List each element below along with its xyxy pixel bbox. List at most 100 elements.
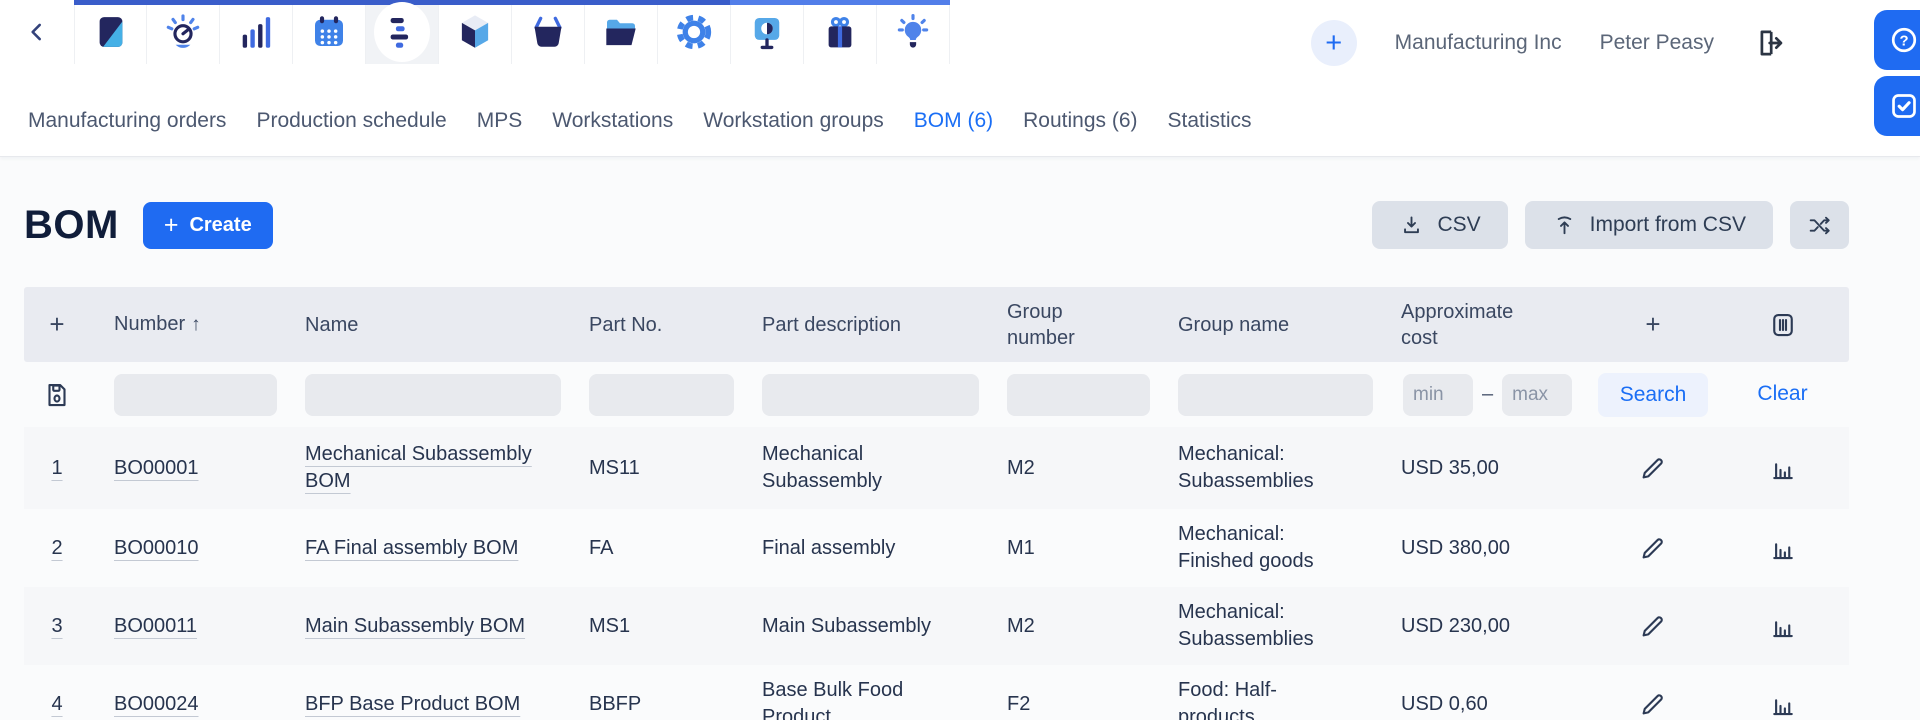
bom-number-link[interactable]: BO00024 (114, 693, 199, 715)
stats-button[interactable] (1761, 446, 1805, 490)
bom-number-link[interactable]: BO00010 (114, 537, 199, 559)
clear-button[interactable]: Clear (1757, 380, 1807, 408)
app-tab-documents[interactable] (584, 0, 658, 64)
app-tab-calendar[interactable] (292, 0, 366, 64)
app-tab-suggestions[interactable] (876, 0, 950, 64)
row-index-link[interactable]: 4 (51, 691, 62, 718)
col-part-description[interactable]: Part description (738, 302, 983, 348)
nav-routings[interactable]: Routings (6) (1023, 109, 1137, 133)
bom-name-link[interactable]: FA Final assembly BOM (305, 535, 518, 562)
col-part-no[interactable]: Part No. (565, 302, 738, 348)
quick-add-button[interactable]: + (1310, 20, 1357, 66)
bom-name-link[interactable]: BFP Base Product BOM (305, 691, 520, 718)
range-dash: – (1482, 383, 1494, 405)
chart-icon (1772, 699, 1793, 716)
nav-statistics[interactable]: Statistics (1168, 109, 1252, 133)
bom-number-link[interactable]: BO00011 (114, 615, 197, 637)
col-approximate-cost[interactable]: Approximate cost (1377, 289, 1590, 361)
user-name[interactable]: Peter Peasy (1600, 31, 1714, 55)
table-header-row: + Number ↑ Name Part No. Part description… (24, 287, 1849, 362)
group-number-cell: M2 (1007, 456, 1035, 479)
presentation-board-icon (754, 18, 780, 50)
help-button[interactable]: ? (1874, 10, 1920, 70)
app-tab-notebook[interactable] (74, 0, 147, 64)
back-button[interactable] (0, 0, 74, 64)
filter-part-description-input[interactable] (762, 373, 979, 416)
filter-row: – Search Clear (24, 362, 1849, 427)
company-name[interactable]: Manufacturing Inc (1395, 31, 1562, 55)
edit-button[interactable] (1631, 682, 1675, 720)
top-app-bar: + Manufacturing Inc Peter Peasy ? (0, 0, 1920, 136)
edit-button[interactable] (1631, 604, 1675, 648)
logout-icon[interactable] (1752, 25, 1788, 61)
row-index-link[interactable]: 3 (51, 613, 62, 640)
create-button[interactable]: + Create (142, 201, 273, 249)
part-description-cell: Final assembly (762, 536, 896, 559)
stats-button[interactable] (1761, 682, 1805, 720)
shuffle-button[interactable] (1790, 201, 1849, 249)
pencil-icon (1642, 458, 1663, 479)
upload-icon (1557, 215, 1571, 234)
stats-button[interactable] (1761, 526, 1805, 570)
nav-mps[interactable]: MPS (477, 109, 523, 133)
stats-button[interactable] (1761, 604, 1805, 648)
tasks-button[interactable] (1874, 76, 1920, 136)
page-title: BOM (24, 202, 119, 247)
chart-icon (1772, 543, 1793, 560)
export-csv-button[interactable]: CSV (1372, 201, 1508, 249)
search-button[interactable]: Search (1597, 372, 1709, 417)
app-tab-stock[interactable] (438, 0, 512, 64)
basket-icon (534, 16, 562, 47)
bom-name-link[interactable]: Main Subassembly BOM (305, 613, 525, 640)
group-name-cell: Food: Half-products (1178, 679, 1277, 720)
group-name-cell: Mechanical: Subassemblies (1178, 443, 1314, 492)
edit-button[interactable] (1631, 526, 1675, 570)
save-filter-icon[interactable] (42, 380, 72, 410)
section-nav: Manufacturing orders Production schedule… (0, 86, 1920, 157)
part-no-cell: MS11 (589, 456, 640, 479)
filter-group-number-input[interactable] (1007, 373, 1150, 416)
row-index-link[interactable]: 1 (51, 455, 62, 482)
filter-name-input[interactable] (305, 373, 561, 416)
app-tab-statistics[interactable] (219, 0, 293, 64)
nav-workstations[interactable]: Workstations (552, 109, 673, 133)
app-tab-reports[interactable] (730, 0, 804, 64)
nav-bom[interactable]: BOM (6) (914, 109, 993, 133)
sort-asc-icon[interactable]: ↑ (191, 314, 201, 335)
lightbulb-icon (897, 13, 929, 48)
filter-part-no-input[interactable] (589, 373, 734, 416)
nav-workstation-groups[interactable]: Workstation groups (703, 109, 884, 133)
add-column-button[interactable]: + (1645, 308, 1660, 342)
col-group-name[interactable]: Group name (1154, 302, 1377, 348)
col-name[interactable]: Name (281, 302, 565, 348)
column-settings-icon[interactable] (1768, 310, 1798, 340)
row-index-link[interactable]: 2 (51, 535, 62, 562)
bom-name-link[interactable]: Mechanical Subassembly BOM (305, 441, 533, 495)
pencil-icon (1642, 694, 1663, 715)
import-csv-button[interactable]: Import from CSV (1524, 201, 1773, 249)
part-no-cell: BBFP (589, 692, 642, 715)
nav-manufacturing-orders[interactable]: Manufacturing orders (28, 109, 226, 133)
add-row-button[interactable]: + (49, 308, 64, 342)
app-tab-production-schedule[interactable] (365, 0, 439, 64)
table-row: 1 BO00001 Mechanical Subassembly BOM MS1… (24, 427, 1849, 509)
filter-number-input[interactable] (114, 373, 277, 416)
group-name-cell: Mechanical: Finished goods (1178, 523, 1314, 572)
filter-cost-max-input[interactable] (1502, 373, 1573, 416)
app-tab-settings[interactable] (657, 0, 731, 64)
col-number[interactable]: Number ↑ (90, 301, 281, 348)
app-tab-procurement[interactable] (511, 0, 585, 64)
filter-group-name-input[interactable] (1178, 373, 1373, 416)
col-group-number[interactable]: Group number (983, 289, 1154, 361)
pencil-icon (1642, 616, 1663, 637)
nav-production-schedule[interactable]: Production schedule (256, 109, 446, 133)
part-no-cell: MS1 (589, 614, 631, 637)
app-tab-referral[interactable] (803, 0, 877, 64)
calendar-icon (315, 16, 343, 46)
group-number-cell: M1 (1007, 536, 1035, 559)
app-tab-dashboard[interactable] (146, 0, 220, 64)
filter-cost-min-input[interactable] (1403, 373, 1473, 416)
edit-button[interactable] (1631, 446, 1675, 490)
table-row: 3 BO00011 Main Subassembly BOM MS1 Main … (24, 587, 1849, 665)
bom-number-link[interactable]: BO00001 (114, 457, 199, 479)
